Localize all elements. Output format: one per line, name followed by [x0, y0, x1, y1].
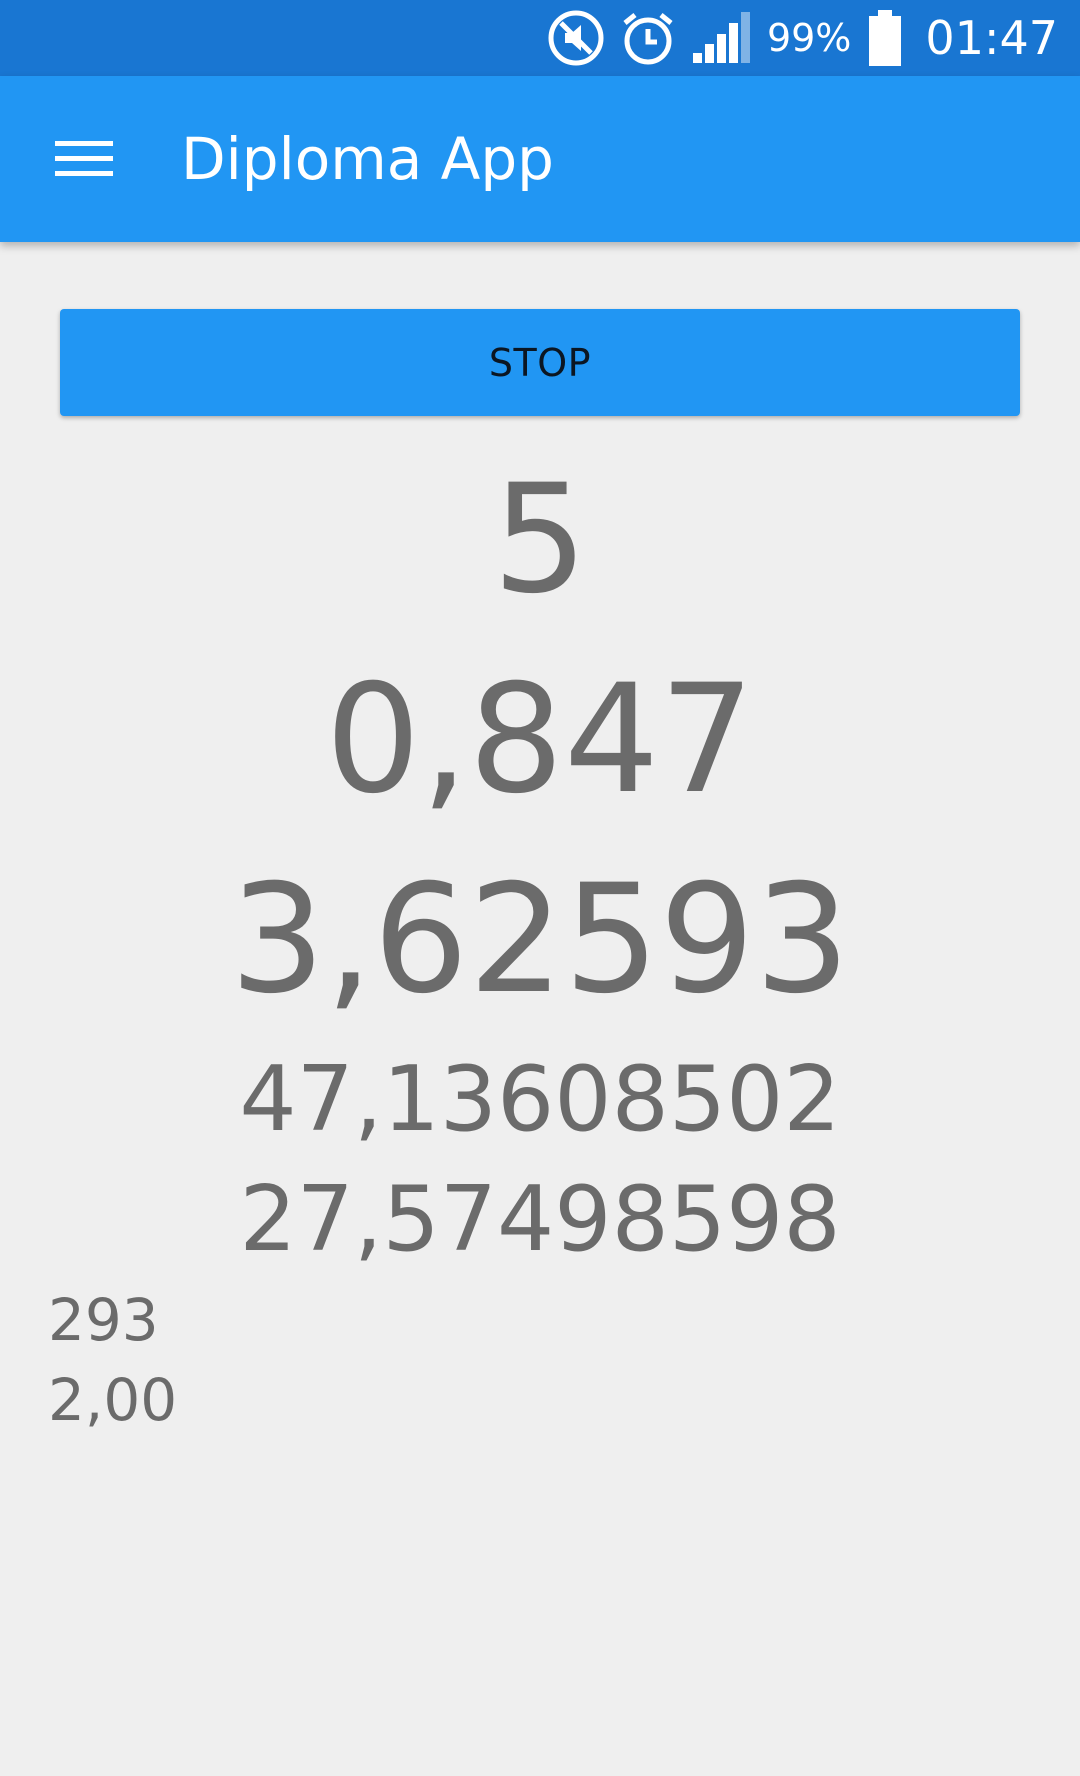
status-bar: 99% 01:47	[0, 0, 1080, 76]
status-icons: 99% 01:47	[547, 0, 1058, 76]
status-time: 01:47	[925, 11, 1058, 65]
signal-icon	[691, 9, 753, 67]
alarm-icon	[619, 9, 677, 67]
battery-icon	[865, 8, 905, 68]
value-2: 0,847	[325, 653, 755, 827]
small-value-1: 293	[48, 1286, 159, 1354]
value-4: 47,13608502	[239, 1047, 841, 1152]
app-title: Diploma App	[181, 125, 554, 193]
app-bar: Diploma App	[0, 76, 1080, 242]
small-value-2: 2,00	[48, 1366, 178, 1434]
value-5: 27,57498598	[239, 1167, 841, 1272]
hamburger-menu-icon[interactable]	[38, 114, 130, 204]
value-3: 3,62593	[229, 853, 851, 1027]
stop-button[interactable]: STOP	[60, 309, 1020, 416]
mute-icon	[547, 9, 605, 67]
battery-percent: 99%	[766, 16, 852, 60]
value-1: 5	[492, 453, 588, 627]
